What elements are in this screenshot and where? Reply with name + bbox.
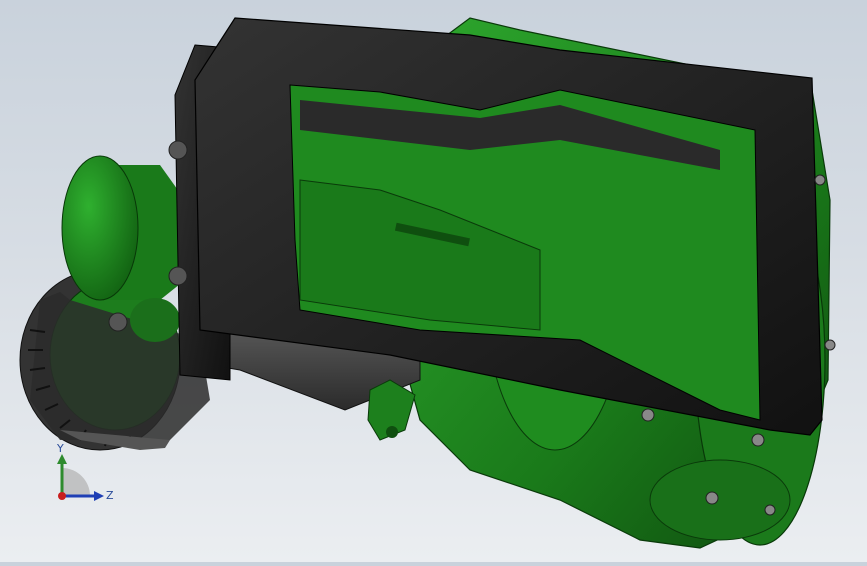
coordinate-triad: Y Z bbox=[40, 438, 120, 518]
z-axis-label: Z bbox=[106, 489, 114, 502]
y-axis-label: Y bbox=[56, 442, 64, 455]
triad-plane bbox=[62, 468, 90, 496]
y-axis-arrow bbox=[57, 454, 67, 464]
cad-3d-viewport[interactable] bbox=[0, 0, 867, 562]
z-axis-arrow bbox=[94, 491, 104, 501]
triad-origin bbox=[58, 492, 66, 500]
